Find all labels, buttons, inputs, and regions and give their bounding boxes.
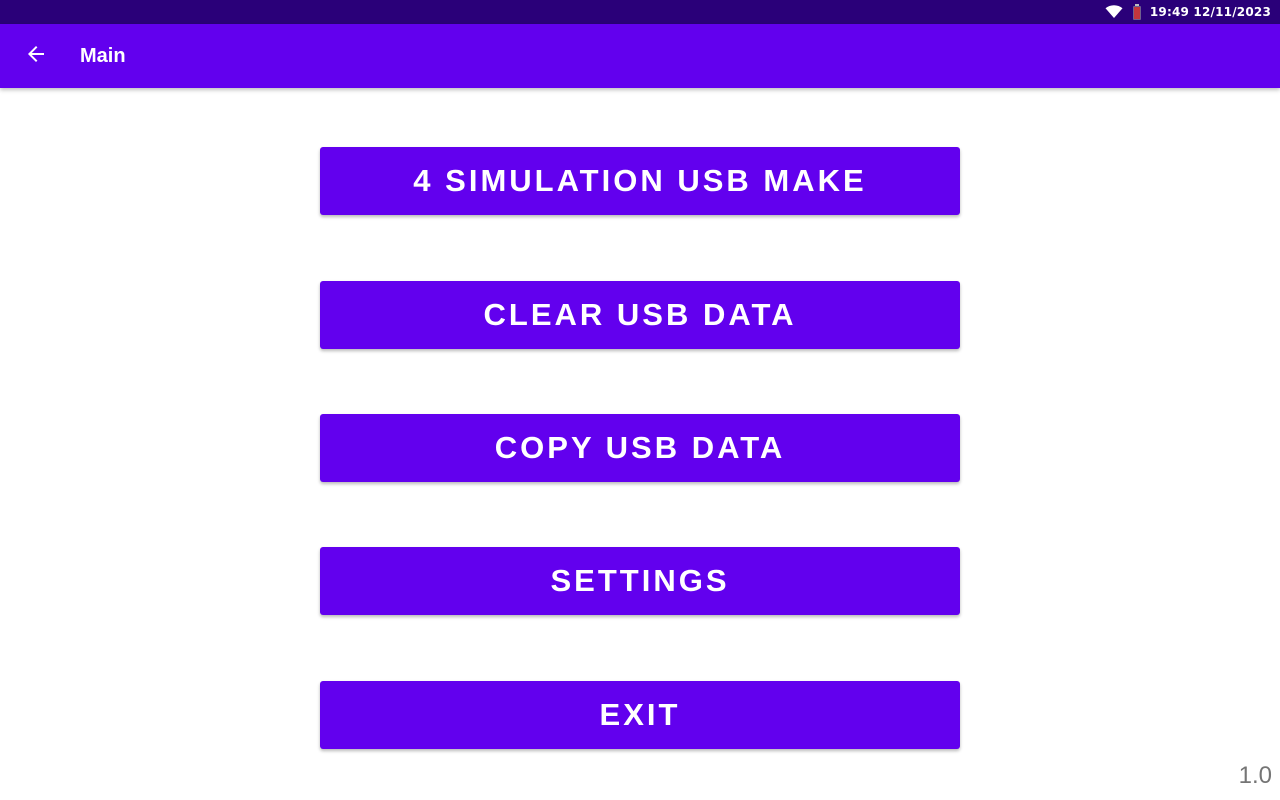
clear-usb-data-button[interactable]: CLEAR USB DATA	[320, 281, 960, 349]
wifi-icon	[1105, 5, 1123, 19]
status-clock: 19:49 12/11/2023	[1149, 5, 1271, 19]
app-title: Main	[80, 45, 126, 67]
simulation-usb-make-button[interactable]: 4 SIMULATION USB MAKE	[320, 147, 960, 215]
back-button[interactable]	[16, 36, 56, 76]
copy-usb-data-button[interactable]: COPY USB DATA	[320, 414, 960, 482]
version-label: 1.0	[1238, 762, 1272, 789]
settings-button[interactable]: SETTINGS	[320, 547, 960, 615]
arrow-left-icon	[27, 45, 45, 68]
exit-button[interactable]: EXIT	[320, 681, 960, 749]
battery-icon	[1132, 4, 1142, 20]
app-bar: Main	[0, 24, 1280, 88]
status-bar: 19:49 12/11/2023	[0, 0, 1280, 24]
